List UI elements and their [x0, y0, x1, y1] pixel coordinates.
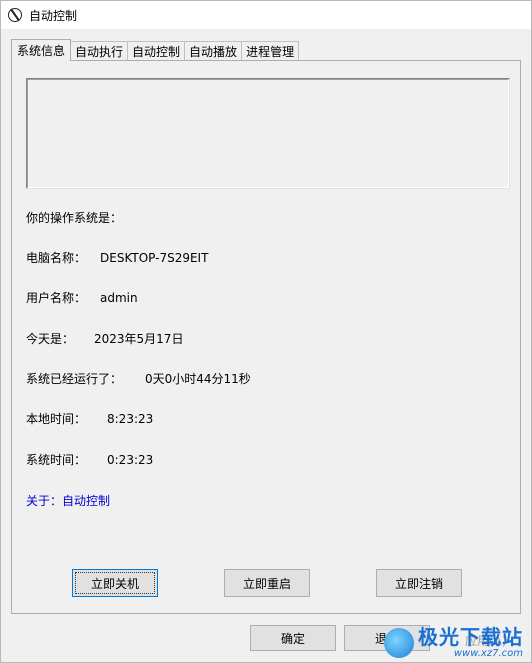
system-time-label: 系统时间： — [26, 453, 87, 467]
local-time-value: 8:23:23 — [107, 412, 154, 426]
ok-button[interactable]: 确定 — [250, 625, 336, 651]
tab-auto-execute[interactable]: 自动执行 — [70, 41, 129, 61]
today-label: 今天是： — [26, 332, 75, 346]
os-label: 你的操作系统是： — [26, 211, 123, 225]
user-name-row: 用户名称： admin — [26, 290, 138, 306]
window-title: 自动控制 — [29, 8, 78, 23]
shutdown-button[interactable]: 立即关机 — [72, 569, 158, 597]
today-value: 2023年5月17日 — [94, 332, 184, 346]
uptime-row: 系统已经运行了： 0天0小时44分11秒 — [26, 371, 251, 387]
main-window: 自动控制 系统信息 自动执行 自动控制 自动播放 进程管理 你的操作系统是： 电… — [0, 0, 532, 663]
tab-strip: 系统信息 自动执行 自动控制 自动播放 进程管理 — [11, 39, 300, 61]
uptime-value: 0天0小时44分11秒 — [145, 372, 251, 386]
computer-name-row: 电脑名称： DESKTOP-7S29EIT — [26, 250, 208, 266]
title-bar: 自动控制 — [1, 1, 531, 29]
watermark-url: www.xz7.com — [453, 648, 523, 659]
tab-process-manager[interactable]: 进程管理 — [241, 41, 300, 61]
computer-name-value: DESKTOP-7S29EIT — [100, 251, 209, 265]
exit-button[interactable]: 退出 — [344, 625, 430, 651]
logoff-button[interactable]: 立即注销 — [376, 569, 462, 597]
system-time-row: 系统时间： 0:23:23 — [26, 452, 153, 468]
app-icon — [8, 8, 22, 22]
info-text-area[interactable] — [26, 78, 510, 189]
tab-auto-control[interactable]: 自动控制 — [127, 41, 186, 61]
today-row: 今天是： 2023年5月17日 — [26, 331, 183, 347]
local-time-row: 本地时间： 8:23:23 — [26, 411, 153, 427]
tab-auto-play[interactable]: 自动播放 — [184, 41, 243, 61]
restart-button[interactable]: 立即重启 — [224, 569, 310, 597]
os-row: 你的操作系统是： — [26, 210, 122, 226]
uptime-label: 系统已经运行了： — [26, 372, 123, 386]
about-link[interactable]: 关于：自动控制 — [26, 493, 110, 509]
user-name-value: admin — [100, 291, 138, 305]
apply-button[interactable]: 应用(A) — [465, 632, 507, 649]
computer-name-label: 电脑名称： — [26, 251, 87, 265]
system-info-panel: 你的操作系统是： 电脑名称： DESKTOP-7S29EIT 用户名称： adm… — [11, 60, 521, 614]
tab-system-info[interactable]: 系统信息 — [11, 39, 72, 61]
system-time-value: 0:23:23 — [107, 453, 154, 467]
local-time-label: 本地时间： — [26, 412, 87, 426]
user-name-label: 用户名称： — [26, 291, 87, 305]
